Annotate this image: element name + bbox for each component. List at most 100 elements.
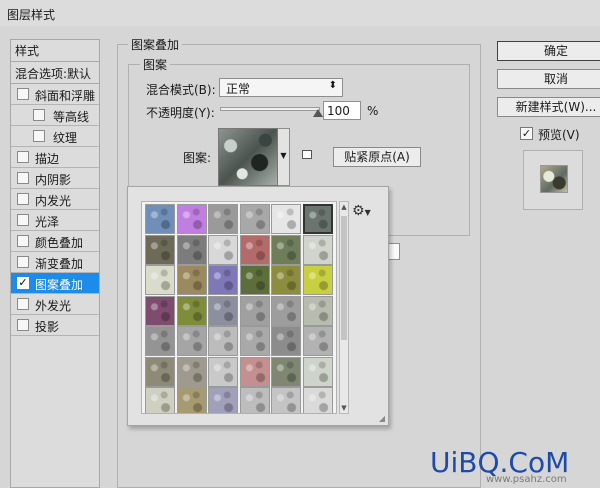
style-checkbox[interactable] [17,256,29,268]
opacity-unit: % [367,104,379,118]
scroll-thumb[interactable] [341,216,347,340]
style-item[interactable]: ✓ 图案叠加 [11,273,99,294]
picker-scrollbar[interactable]: ▲ ▼ [339,201,349,414]
style-checkbox[interactable] [17,235,29,247]
style-item[interactable]: 颜色叠加 [11,231,99,252]
blend-mode-select[interactable]: 正常 ⬍ [219,78,343,97]
new-preset-icon[interactable] [302,150,312,159]
pattern-swatch[interactable] [271,295,301,326]
pattern-swatch[interactable] [302,356,333,387]
style-item-label: 纹理 [53,131,78,145]
pattern-grid [141,201,337,414]
pattern-swatch[interactable] [302,326,333,356]
resize-grip-icon[interactable]: ◢ [379,414,385,423]
opacity-slider[interactable] [220,107,320,111]
pattern-swatch[interactable] [302,265,333,295]
pattern-swatch[interactable] [176,326,207,356]
opacity-input[interactable]: 100 [323,101,361,120]
pattern-swatch[interactable] [176,204,207,234]
preview-label: 预览(V) [538,128,580,142]
pattern-swatch[interactable] [176,356,207,387]
pattern-label: 图案: [183,151,212,165]
new-style-button[interactable]: 新建样式(W)... [497,97,600,117]
pattern-swatch[interactable] [145,326,175,356]
style-checkbox[interactable] [17,214,29,226]
pattern-swatch[interactable] [208,356,238,387]
pattern-swatch[interactable] [145,204,175,234]
pattern-swatch[interactable] [145,387,175,413]
style-item-label: 图案叠加 [35,278,84,292]
pattern-swatch[interactable] [271,265,301,295]
style-item[interactable]: 描边 [11,147,99,168]
snap-to-origin-button[interactable]: 贴紧原点(A) [333,147,421,167]
ok-button[interactable]: 确定 [497,41,600,61]
style-item[interactable]: 渐变叠加 [11,252,99,273]
opacity-slider-thumb[interactable] [313,109,323,117]
pattern-swatch[interactable] [302,204,333,234]
pattern-swatch[interactable] [271,234,301,265]
pattern-swatch[interactable] [208,204,238,234]
pattern-swatch[interactable] [176,234,207,265]
style-item[interactable]: 纹理 [11,126,99,147]
pattern-swatch[interactable] [145,356,175,387]
style-checkbox[interactable] [17,319,29,331]
pattern-swatch[interactable] [145,295,175,326]
preview-checkbox[interactable]: ✓ [520,127,533,140]
scroll-down-icon[interactable]: ▼ [340,404,348,412]
pattern-swatch[interactable] [239,234,270,265]
pattern-swatch[interactable] [239,265,270,295]
style-checkbox[interactable] [17,151,29,163]
style-item-label: 内发光 [35,194,72,208]
pattern-swatch[interactable] [176,295,207,326]
style-item-label: 等高线 [53,110,90,124]
pattern-dropdown-arrow-icon[interactable]: ▼ [278,128,290,186]
style-checkbox[interactable] [17,88,29,100]
gear-icon[interactable]: ⚙▼ [352,203,371,219]
style-item-label: 颜色叠加 [35,236,84,250]
pattern-swatch[interactable] [176,387,207,413]
pattern-preview[interactable] [218,128,278,186]
pattern-swatch[interactable] [208,326,238,356]
style-item[interactable]: 等高线 [11,105,99,126]
pattern-swatch[interactable] [302,234,333,265]
pattern-swatch[interactable] [145,265,175,295]
pattern-swatch[interactable] [271,356,301,387]
style-item[interactable]: 内发光 [11,189,99,210]
style-item[interactable]: 斜面和浮雕 [11,84,99,105]
pattern-swatch[interactable] [239,204,270,234]
pattern-swatch[interactable] [239,295,270,326]
scroll-up-icon[interactable]: ▲ [340,203,348,211]
pattern-swatch[interactable] [271,204,301,234]
style-checkbox[interactable] [17,298,29,310]
opacity-label: 不透明度(Y): [146,106,215,120]
pattern-swatch[interactable] [302,295,333,326]
pattern-swatch[interactable] [239,326,270,356]
style-item[interactable]: 投影 [11,315,99,336]
pattern-swatch[interactable] [208,234,238,265]
pattern-swatch[interactable] [271,387,301,413]
style-checkbox[interactable] [17,172,29,184]
obscured-input[interactable] [388,243,400,260]
pattern-swatch[interactable] [271,326,301,356]
pattern-swatch[interactable] [239,387,270,413]
pattern-swatch[interactable] [302,387,333,413]
cancel-button[interactable]: 取消 [497,69,600,89]
window-title: 图层样式 [7,8,56,22]
style-checkbox[interactable] [17,193,29,205]
pattern-swatch[interactable] [239,356,270,387]
style-item[interactable]: 外发光 [11,294,99,315]
blend-mode-value: 正常 [226,82,251,96]
styles-header[interactable]: 样式 [11,40,99,62]
style-item[interactable]: 光泽 [11,210,99,231]
style-checkbox[interactable] [33,130,45,142]
pattern-swatch[interactable] [145,234,175,265]
style-checkbox[interactable] [33,109,45,121]
pattern-swatch[interactable] [208,387,238,413]
style-checkbox[interactable]: ✓ [17,277,29,289]
style-item[interactable]: 内阴影 [11,168,99,189]
blend-options-item[interactable]: 混合选项:默认 [11,62,99,84]
pattern-swatch[interactable] [208,295,238,326]
pattern-swatch[interactable] [208,265,238,295]
pattern-swatch[interactable] [176,265,207,295]
style-item-label: 斜面和浮雕 [35,89,96,103]
